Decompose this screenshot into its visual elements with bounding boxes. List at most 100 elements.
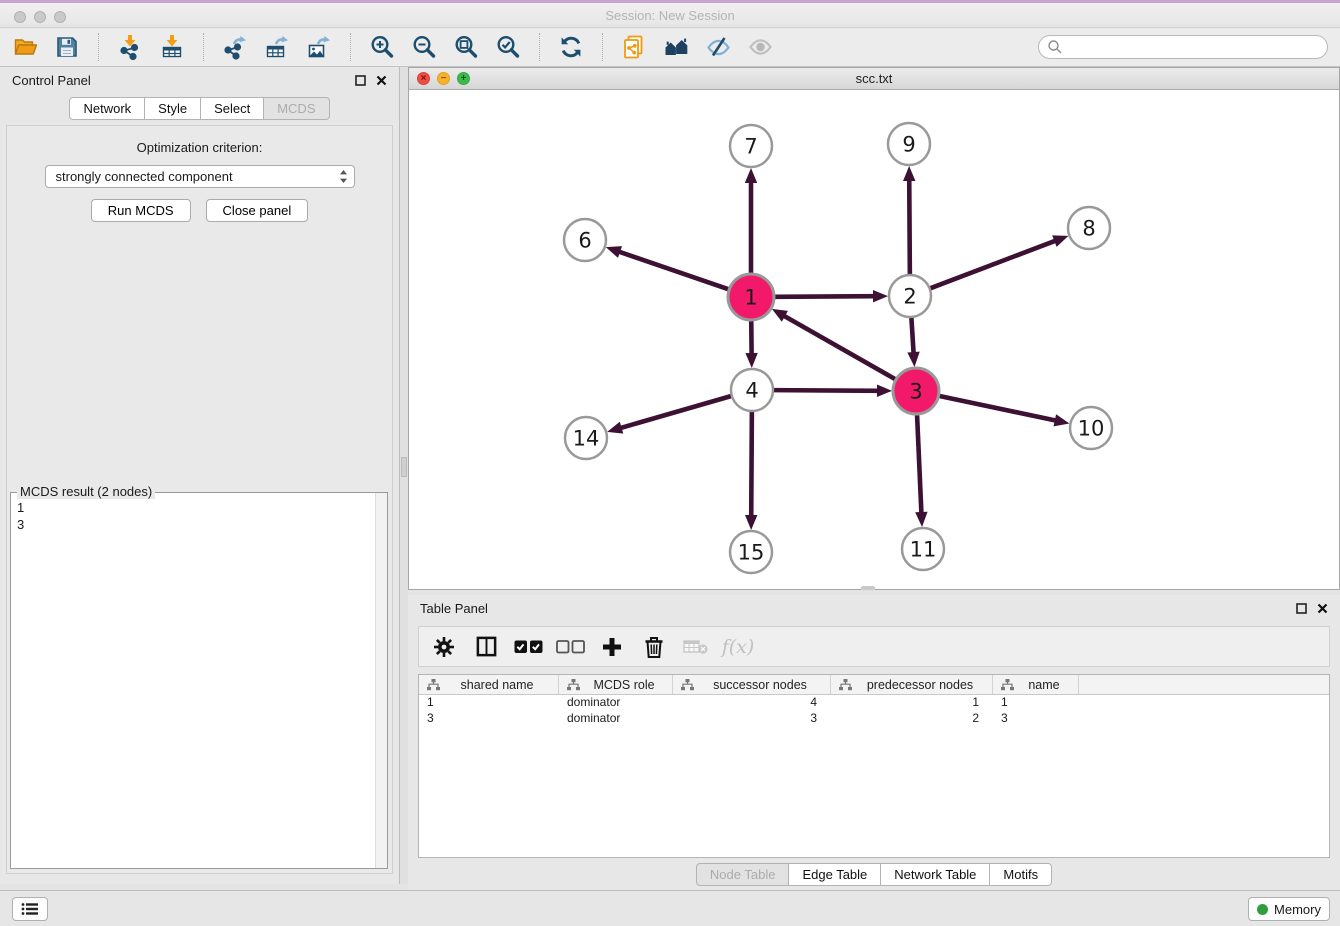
show-columns-button[interactable] xyxy=(471,632,501,662)
zoom-in-button[interactable] xyxy=(365,30,399,64)
create-column-button[interactable] xyxy=(597,632,627,662)
edge-arrow-2-9 xyxy=(903,166,915,181)
import-network-icon xyxy=(117,34,143,60)
graph-node-4[interactable]: 4 xyxy=(731,369,773,411)
delete-columns-icon xyxy=(643,635,665,659)
close-panel-icon[interactable] xyxy=(376,75,387,86)
graph-node-6[interactable]: 6 xyxy=(564,219,606,261)
tab-network-table[interactable]: Network Table xyxy=(880,863,990,886)
column-header-name[interactable]: name xyxy=(993,675,1079,694)
result-line: 3 xyxy=(17,516,387,533)
delete-columns-button[interactable] xyxy=(639,632,669,662)
svg-text:10: 10 xyxy=(1078,416,1105,440)
edge-4-15[interactable] xyxy=(751,412,752,517)
toolbar-separator xyxy=(539,33,540,61)
table-cell: 2 xyxy=(831,711,993,727)
column-header-successor-nodes[interactable]: successor nodes xyxy=(673,675,831,694)
float-panel-icon[interactable] xyxy=(355,75,366,86)
float-table-panel-icon[interactable] xyxy=(1296,603,1307,614)
search-input[interactable] xyxy=(1068,40,1319,54)
create-column-icon xyxy=(601,636,623,658)
graph-node-8[interactable]: 8 xyxy=(1068,207,1110,249)
toolbar-separator xyxy=(602,33,603,61)
export-network-button[interactable] xyxy=(218,30,252,64)
edge-4-14[interactable] xyxy=(620,396,731,428)
criterion-dropdown[interactable]: strongly connected component xyxy=(45,165,355,188)
save-session-button[interactable] xyxy=(50,30,84,64)
export-table-button[interactable] xyxy=(260,30,294,64)
table-mode-button[interactable] xyxy=(429,632,459,662)
tab-style[interactable]: Style xyxy=(144,97,201,120)
table-panel-title: Table Panel xyxy=(420,601,1296,616)
graph-node-10[interactable]: 10 xyxy=(1070,407,1112,449)
zoom-fit-button[interactable] xyxy=(449,30,483,64)
result-scrollbar[interactable] xyxy=(375,493,387,868)
search-box[interactable] xyxy=(1038,35,1328,59)
edge-1-2[interactable] xyxy=(775,296,875,297)
network-window-titlebar[interactable]: × − + scc.txt xyxy=(409,68,1339,90)
divider-grip[interactable] xyxy=(401,457,407,477)
close-table-panel-icon[interactable] xyxy=(1317,603,1328,614)
table-row[interactable]: 1dominator411 xyxy=(419,695,1329,711)
table-cell: 3 xyxy=(993,711,1079,727)
svg-text:15: 15 xyxy=(738,540,765,564)
close-panel-button[interactable]: Close panel xyxy=(206,199,309,222)
tab-motifs[interactable]: Motifs xyxy=(989,863,1052,886)
refresh-layout-button[interactable] xyxy=(554,30,588,64)
memory-button[interactable]: Memory xyxy=(1248,897,1330,921)
main-toolbar xyxy=(0,28,1340,67)
import-table-button[interactable] xyxy=(155,30,189,64)
graph-node-2[interactable]: 2 xyxy=(889,275,931,317)
graph-node-9[interactable]: 9 xyxy=(888,123,930,165)
select-all-rows-icon xyxy=(513,637,544,657)
column-header-predecessor-nodes[interactable]: predecessor nodes xyxy=(831,675,993,694)
column-header-mcds-role[interactable]: MCDS role xyxy=(559,675,673,694)
task-history-button[interactable] xyxy=(12,897,48,921)
tab-network[interactable]: Network xyxy=(69,97,145,120)
show-graphics-details-button[interactable] xyxy=(743,30,777,64)
edge-1-6[interactable] xyxy=(618,251,728,289)
graph-node-14[interactable]: 14 xyxy=(565,417,607,459)
select-all-rows-button[interactable] xyxy=(513,632,543,662)
run-mcds-button[interactable]: Run MCDS xyxy=(91,199,191,222)
graph-node-7[interactable]: 7 xyxy=(730,125,772,167)
graph-node-3[interactable]: 3 xyxy=(893,368,939,414)
delete-table-button[interactable] xyxy=(681,632,711,662)
export-image-button[interactable] xyxy=(302,30,336,64)
import-network-button[interactable] xyxy=(113,30,147,64)
edge-2-8[interactable] xyxy=(931,240,1057,288)
table-row[interactable]: 3dominator323 xyxy=(419,711,1329,727)
open-session-button[interactable] xyxy=(8,30,42,64)
tab-mcds[interactable]: MCDS xyxy=(263,97,329,120)
edge-arrow-2-3 xyxy=(907,352,919,367)
tab-edge-table[interactable]: Edge Table xyxy=(788,863,881,886)
zoom-out-button[interactable] xyxy=(407,30,441,64)
edge-2-3[interactable] xyxy=(911,318,913,354)
function-builder-button[interactable]: f(x) xyxy=(723,632,753,662)
first-neighbors-button[interactable] xyxy=(659,30,693,64)
graph-node-11[interactable]: 11 xyxy=(902,528,944,570)
new-network-from-selection-button[interactable] xyxy=(617,30,651,64)
zoom-selected-button[interactable] xyxy=(491,30,525,64)
edge-3-10[interactable] xyxy=(939,396,1056,421)
network-resize-grip[interactable] xyxy=(861,586,875,590)
attribute-tree-icon xyxy=(681,679,694,691)
graph-node-15[interactable]: 15 xyxy=(730,531,772,573)
toolbar-separator xyxy=(203,33,204,61)
panel-divider[interactable] xyxy=(400,67,408,884)
edge-arrow-4-14 xyxy=(607,422,623,434)
column-header-shared-name[interactable]: shared name xyxy=(419,675,559,694)
svg-text:14: 14 xyxy=(573,426,600,450)
search-icon xyxy=(1047,39,1063,55)
hide-graphics-details-button[interactable] xyxy=(701,30,735,64)
deselect-all-rows-button[interactable] xyxy=(555,632,585,662)
edge-3-1[interactable] xyxy=(783,315,895,379)
tab-select[interactable]: Select xyxy=(200,97,264,120)
network-canvas[interactable]: 7 9 6 8 1 2 4 3 14 10 15 11 xyxy=(409,90,1339,589)
table-cell: 1 xyxy=(419,695,559,711)
graph-node-1[interactable]: 1 xyxy=(728,274,774,320)
edge-2-9[interactable] xyxy=(909,179,910,274)
edge-4-3[interactable] xyxy=(774,390,879,391)
tab-node-table[interactable]: Node Table xyxy=(696,863,790,886)
edge-3-11[interactable] xyxy=(917,415,921,514)
